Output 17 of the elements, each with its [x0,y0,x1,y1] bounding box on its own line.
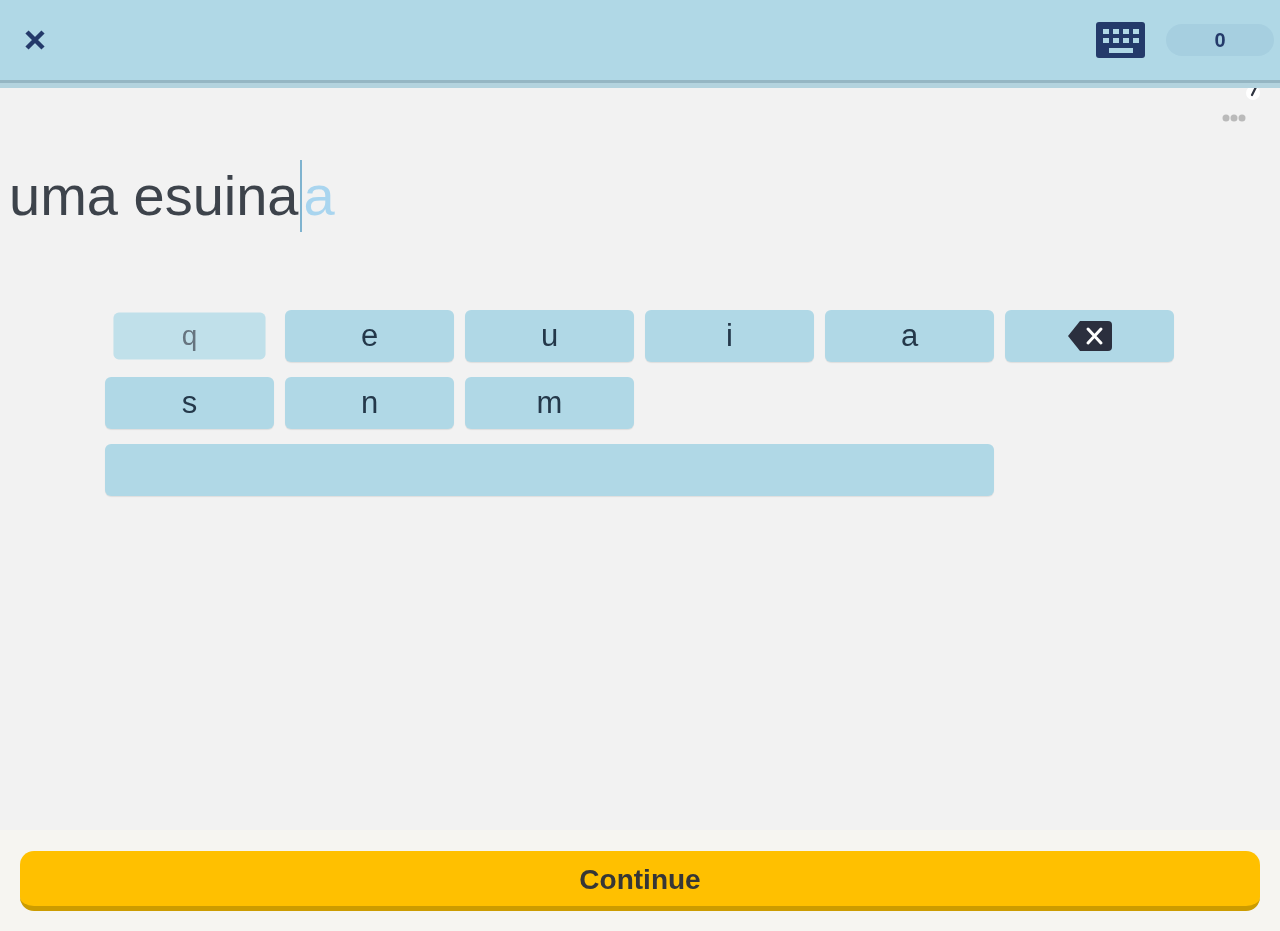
keyboard-key[interactable]: e [285,310,454,362]
keyboard-key[interactable]: s [105,377,274,429]
keyboard-key[interactable]: n [285,377,454,429]
keyboard-icon[interactable] [1096,22,1145,58]
keyboard-key[interactable]: a [825,310,994,362]
keyboard-key[interactable]: u [465,310,634,362]
answer-field[interactable]: uma esuina [9,160,302,232]
keyboard-key[interactable]: i [645,310,814,362]
continue-button[interactable]: Continue [20,851,1260,911]
backspace-button[interactable] [1005,310,1174,362]
score-counter: 0 [1166,24,1274,56]
hint-text: a [303,163,335,229]
backspace-icon [1067,321,1112,351]
keyboard-key[interactable]: m [465,377,634,429]
close-button[interactable] [24,29,46,51]
close-icon [24,29,46,51]
text-cursor-icon [299,160,302,232]
